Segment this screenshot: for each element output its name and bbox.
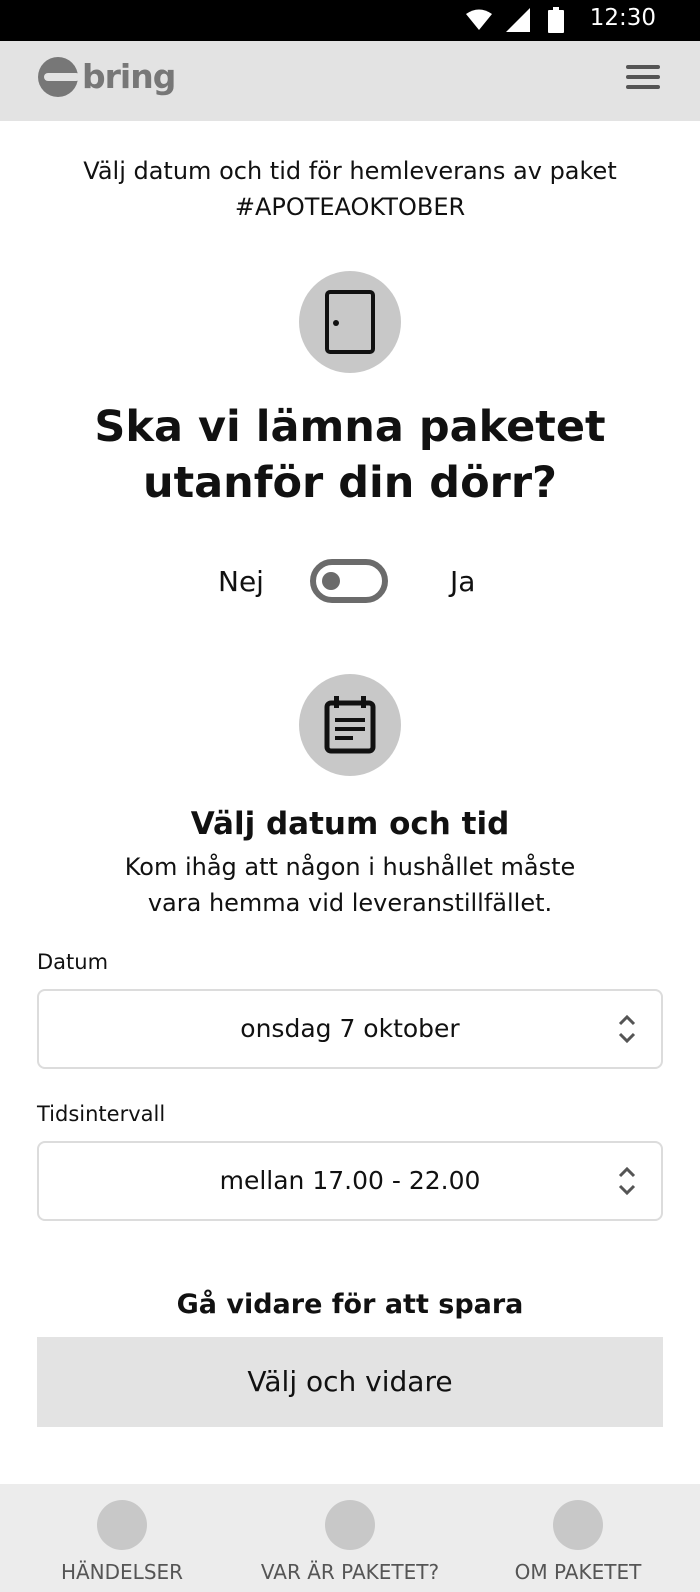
chevron-up-down-icon [618, 1014, 636, 1044]
door-toggle-row: Nej Ja [0, 559, 700, 605]
datetime-description: Kom ihåg att någon i hushållet måste var… [90, 849, 610, 921]
package-info-icon [553, 1500, 603, 1550]
nav-item-label: VAR ÄR PAKETET? [260, 1560, 440, 1584]
nav-item-label: OM PAKETET [514, 1560, 642, 1584]
chevron-up-down-icon [618, 1166, 636, 1196]
calendar-icon-circle [299, 674, 401, 776]
wifi-icon [466, 9, 492, 31]
bottom-nav: HÄNDELSER VAR ÄR PAKETET? OM PAKETET [0, 1484, 700, 1592]
intro-line: Välj datum och tid för hemleverans av pa… [83, 157, 617, 185]
location-icon [325, 1500, 375, 1550]
time-interval-value: mellan 17.00 - 22.00 [219, 1166, 481, 1195]
datetime-title: Välj datum och tid [190, 806, 510, 842]
hamburger-menu-icon[interactable] [626, 65, 662, 95]
door-icon [325, 290, 375, 354]
time-interval-label: Tidsintervall [37, 1102, 166, 1126]
bring-logo[interactable]: bring [36, 55, 176, 105]
intro-text: Välj datum och tid för hemleverans av pa… [40, 153, 660, 225]
toggle-no-label: Nej [218, 565, 264, 598]
app-header: bring [0, 41, 700, 121]
nav-item-where-is-package[interactable]: VAR ÄR PAKETET? [246, 1484, 454, 1592]
date-select[interactable]: onsdag 7 oktober [37, 989, 663, 1069]
nav-item-events[interactable]: HÄNDELSER [42, 1484, 202, 1592]
date-select-value: onsdag 7 oktober [240, 1014, 460, 1043]
signal-icon [506, 8, 530, 32]
description-line: vara hemma vid leveranstillfället. [147, 889, 553, 917]
toggle-knob [322, 572, 340, 590]
events-icon [97, 1500, 147, 1550]
status-time: 12:30 [589, 5, 656, 31]
description-line: Kom ihåg att någon i hushållet måste [124, 853, 576, 881]
door-question: Ska vi lämna paketet utanför din dörr? [40, 399, 660, 511]
nav-item-label: HÄNDELSER [60, 1560, 184, 1584]
logo-wordmark: bring [82, 57, 176, 96]
calendar-icon [324, 696, 376, 754]
date-label: Datum [37, 950, 109, 974]
save-title: Gå vidare för att spara [176, 1289, 524, 1320]
leave-at-door-toggle[interactable] [310, 559, 388, 603]
door-icon-circle [299, 271, 401, 373]
question-line: Ska vi lämna paketet [94, 402, 606, 452]
status-icons [466, 6, 564, 34]
nav-item-about-package[interactable]: OM PAKETET [496, 1484, 660, 1592]
question-line: utanför din dörr? [142, 458, 557, 508]
select-and-continue-button[interactable]: Välj och vidare [37, 1337, 663, 1427]
shipment-reference: #APOTEAOKTOBER [234, 193, 466, 221]
status-bar: 12:30 [0, 0, 700, 41]
time-interval-select[interactable]: mellan 17.00 - 22.00 [37, 1141, 663, 1221]
bring-logo-mark [38, 57, 80, 97]
battery-icon [548, 7, 564, 33]
toggle-yes-label: Ja [450, 565, 476, 598]
